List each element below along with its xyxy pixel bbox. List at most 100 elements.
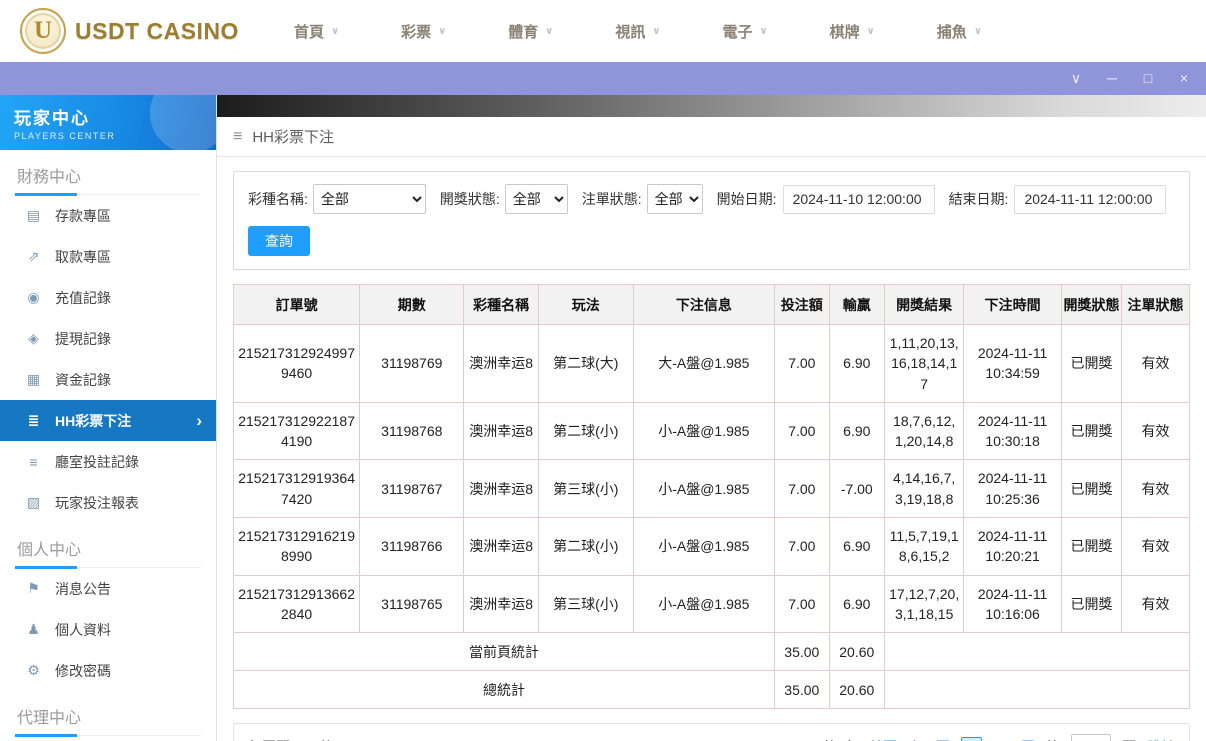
table-cell: 小-A盤@1.985	[632, 517, 776, 576]
sidebar-item-label: 修改密碼	[55, 662, 111, 679]
table-cell: -7.00	[828, 459, 886, 519]
summary-label: 總統計	[232, 670, 776, 710]
sidebar-item-label: 消息公告	[55, 580, 111, 597]
chevron-down-icon: ∨	[545, 25, 554, 37]
total-count: 共5条	[822, 737, 858, 741]
next-page-link[interactable]: 下一页	[993, 737, 1035, 741]
draw-status-select[interactable]: 全部	[504, 184, 568, 214]
sidebar-item-label: 充值記錄	[55, 289, 111, 306]
sidebar-item-withdraw-area[interactable]: ⇗ 取款專區	[0, 236, 216, 277]
nav-item-0[interactable]: 首頁 ∨	[294, 21, 339, 42]
collapse-chevron-icon[interactable]: ∨	[1058, 62, 1094, 95]
start-date-input[interactable]	[782, 184, 935, 214]
table-cell: 2024-11-11 10:25:36	[963, 459, 1062, 519]
sidebar-item-recharge-records[interactable]: ◉ 充值記錄	[0, 277, 216, 318]
deposit-icon: ▤	[26, 207, 41, 223]
table-cell: 有效	[1121, 459, 1190, 519]
table-cell: 小-A盤@1.985	[632, 401, 776, 461]
column-header: 開獎結果	[883, 284, 965, 325]
table-cell: 18,7,6,12,1,20,14,8	[883, 401, 965, 461]
recharge-record-icon: ◉	[27, 289, 40, 305]
table-cell: 6.90	[828, 574, 886, 634]
chevron-down-icon: ∨	[330, 25, 340, 37]
announcement-icon: ⚑	[27, 580, 40, 596]
table-cell: 2152173129136622840	[232, 574, 361, 634]
table-cell: 2024-11-11 10:30:18	[963, 401, 1062, 461]
table-header: 訂單號 期數 彩種名稱 玩法 下注信息 投注額 輸贏 開獎結果 下注時間 開獎狀態 注單狀態	[232, 284, 1190, 325]
draw-status-select-label: 開獎狀態:	[439, 191, 500, 207]
summary-row: 當前頁統計 35.00 20.60	[232, 632, 1190, 672]
sidebar-item-room-bet-records[interactable]: ≡ 廳室投註記錄	[0, 441, 216, 482]
sidebar-item-change-password[interactable]: ⚙ 修改密碼	[0, 650, 216, 691]
table-cell: 小-A盤@1.985	[632, 574, 776, 634]
sidebar: 玩家中心 PLAYERS CENTER 財務中心 ▤ 存款專區 ⇗ 取款專區 ◉ 充值記錄 ◈…	[0, 95, 217, 741]
table-cell: 7.00	[774, 324, 830, 403]
column-header: 期數	[359, 284, 465, 325]
order-status-select[interactable]: 全部	[646, 184, 703, 214]
maximize-icon[interactable]: □	[1130, 62, 1166, 95]
table-cell: 已開獎	[1060, 324, 1123, 403]
table-row: 2152173129221874190 31198768 澳洲幸运8 第二球(小) 小-…	[232, 401, 1190, 461]
sidebar-item-hh-lottery-bets[interactable]: ≣ HH彩票下注 ›	[0, 400, 216, 441]
column-header: 訂單號	[232, 284, 361, 325]
content-top-banner	[217, 95, 1206, 117]
table-cell: 已開獎	[1060, 401, 1123, 461]
app-frame: 玩家中心 PLAYERS CENTER 財務中心 ▤ 存款專區 ⇗ 取款專區 ◉ 充值記錄 ◈…	[0, 95, 1206, 741]
nav-item-4[interactable]: 電子 ∨	[723, 21, 768, 42]
nav-item-2[interactable]: 體育 ∨	[508, 21, 553, 42]
table-cell: 澳洲幸运8	[463, 459, 539, 519]
table-cell: 第二球(小)	[537, 401, 634, 461]
prev-page-link[interactable]: 上一页	[908, 737, 950, 741]
sidebar-item-announcements[interactable]: ⚑ 消息公告	[0, 568, 216, 609]
table-row: 2152173129193647420 31198767 澳洲幸运8 第三球(小) 小-…	[232, 459, 1190, 519]
table-cell: 2152173129249979460	[232, 324, 361, 403]
jump-button[interactable]: 跳转	[1147, 737, 1175, 741]
breadcrumb: ≡ HH彩票下注	[217, 117, 1206, 157]
table-cell: 小-A盤@1.985	[632, 459, 776, 519]
page-jump-input[interactable]	[1071, 734, 1111, 741]
table-cell: 有效	[1121, 401, 1190, 461]
hamburger-menu-icon[interactable]: ≡	[233, 128, 242, 146]
sidebar-section-title: 財務中心	[15, 150, 201, 196]
minimize-icon[interactable]: ─	[1094, 62, 1130, 95]
search-button[interactable]: 查詢	[248, 226, 310, 256]
sidebar-item-withdrawal-records[interactable]: ◈ 提現記錄	[0, 318, 216, 359]
nav-item-5[interactable]: 棋牌 ∨	[830, 21, 875, 42]
page-title: HH彩票下注	[252, 129, 335, 146]
sidebar-item-label: 提現記錄	[55, 330, 111, 347]
logo: U USDT CASINO	[20, 8, 239, 54]
withdraw-icon: ⇗	[27, 248, 40, 264]
sidebar-item-deposit-area[interactable]: ▤ 存款專區	[0, 195, 216, 236]
sidebar-item-funds-records[interactable]: ▦ 資金記錄	[0, 359, 216, 400]
first-page-link[interactable]: 首页	[869, 737, 897, 741]
chevron-right-icon: ›	[196, 411, 202, 430]
table-cell: 2024-11-11 10:34:59	[963, 324, 1062, 403]
column-header: 投注額	[774, 284, 830, 325]
sidebar-title: 玩家中心	[14, 109, 90, 128]
nav-item-label: 電子	[722, 23, 753, 41]
chevron-down-icon: ∨	[759, 25, 768, 37]
sidebar-item-profile[interactable]: ♟ 個人資料	[0, 609, 216, 650]
table-cell: 第二球(大)	[537, 324, 634, 403]
summary-win-total: 20.60	[828, 632, 886, 672]
end-date-input[interactable]	[1014, 184, 1167, 214]
table-cell: 澳洲幸运8	[463, 401, 539, 461]
table-body: 2152173129249979460 31198769 澳洲幸运8 第二球(大) 大-…	[232, 324, 1190, 710]
page-size-text: 每頁顯示20條	[248, 737, 334, 741]
close-icon[interactable]: ×	[1166, 62, 1202, 95]
nav-item-3[interactable]: 視訊 ∨	[615, 21, 660, 42]
nav-item-label: 首頁	[293, 23, 324, 41]
table-cell: 17,12,7,20,3,1,18,15	[883, 574, 965, 634]
room-bet-record-icon: ≡	[29, 453, 38, 470]
sidebar-item-player-bet-report[interactable]: ▨ 玩家投注報表	[0, 482, 216, 523]
nav-item-1[interactable]: 彩票 ∨	[401, 21, 446, 42]
lottery-name-select[interactable]: 全部	[312, 184, 426, 214]
nav-item-6[interactable]: 捕魚 ∨	[937, 21, 982, 42]
table-cell: 7.00	[774, 459, 830, 519]
table-cell: 大-A盤@1.985	[632, 324, 776, 403]
end-date-input-label: 結束日期:	[948, 191, 1009, 207]
top-navbar: U USDT CASINO 首頁 ∨ 彩票 ∨ 體育 ∨ 視訊 ∨ 電子 ∨ 棋牌 ∨ 捕魚 ∨	[0, 0, 1206, 62]
table-cell: 31198766	[359, 517, 465, 576]
current-page[interactable]: 1	[961, 736, 982, 741]
sidebar-item-label: 個人資料	[55, 621, 111, 638]
